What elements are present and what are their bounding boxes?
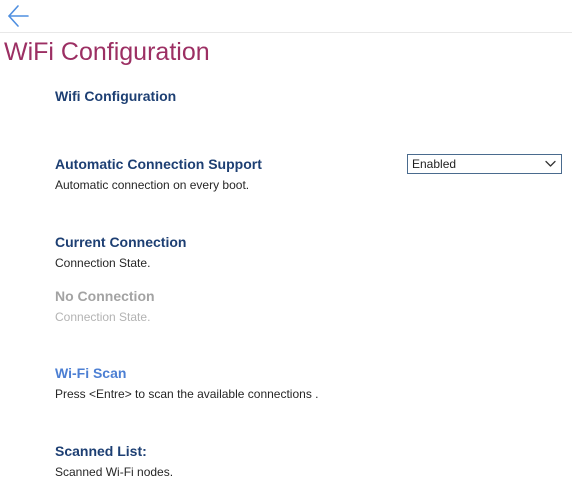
automatic-connection-title: Automatic Connection Support — [55, 156, 262, 172]
automatic-connection-description: Automatic connection on every boot. — [55, 178, 250, 192]
back-button[interactable] — [6, 3, 32, 29]
section-wifi-configuration: Wifi Configuration — [55, 88, 176, 104]
section-title: Wifi Configuration — [55, 88, 177, 104]
wifi-configuration-page: WiFi Configuration Wifi Configuration Au… — [0, 0, 572, 480]
back-arrow-icon — [8, 5, 29, 27]
chevron-down-icon — [545, 160, 556, 167]
section-current-connection: Current Connection Connection State. — [55, 234, 186, 270]
section-wifi-scan: Wi-Fi Scan Press <Entre> to scan the ava… — [55, 365, 319, 401]
top-bar — [0, 0, 572, 33]
page-title: WiFi Configuration — [4, 38, 210, 66]
no-connection-title: No Connection — [55, 288, 155, 304]
scanned-list-description: Scanned Wi-Fi nodes. — [55, 465, 174, 479]
current-connection-description: Connection State. — [55, 256, 151, 270]
section-automatic-connection: Automatic Connection Support Automatic c… — [55, 156, 262, 192]
automatic-connection-select[interactable]: Enabled — [407, 154, 562, 174]
wifi-scan-description: Press <Entre> to scan the available conn… — [55, 387, 319, 401]
wifi-scan-link[interactable]: Wi-Fi Scan — [55, 365, 319, 381]
no-connection-description: Connection State. — [55, 310, 151, 324]
select-value: Enabled — [412, 157, 457, 171]
section-no-connection: No Connection Connection State. — [55, 288, 155, 324]
current-connection-title: Current Connection — [55, 234, 187, 250]
section-scanned-list: Scanned List: Scanned Wi-Fi nodes. — [55, 443, 173, 479]
scanned-list-title: Scanned List: — [55, 443, 147, 459]
